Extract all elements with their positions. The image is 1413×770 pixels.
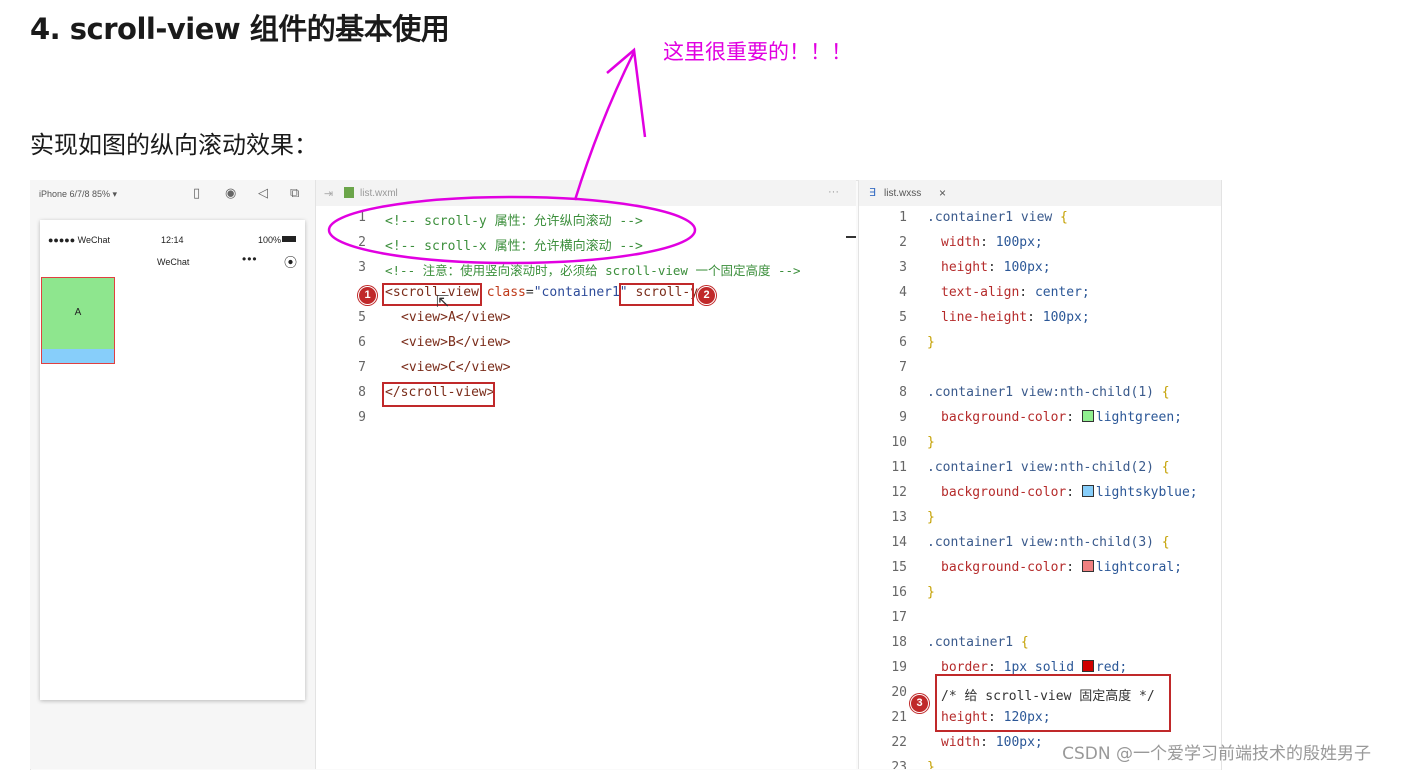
annotation-drawing [327, 47, 697, 265]
watermark: CSDN @一个爱学习前端技术的殷姓男子 [1062, 744, 1371, 764]
annotation-arrow-shaft [573, 51, 636, 201]
annotation-loop [327, 195, 697, 265]
annotation-arrow-head [606, 47, 647, 138]
